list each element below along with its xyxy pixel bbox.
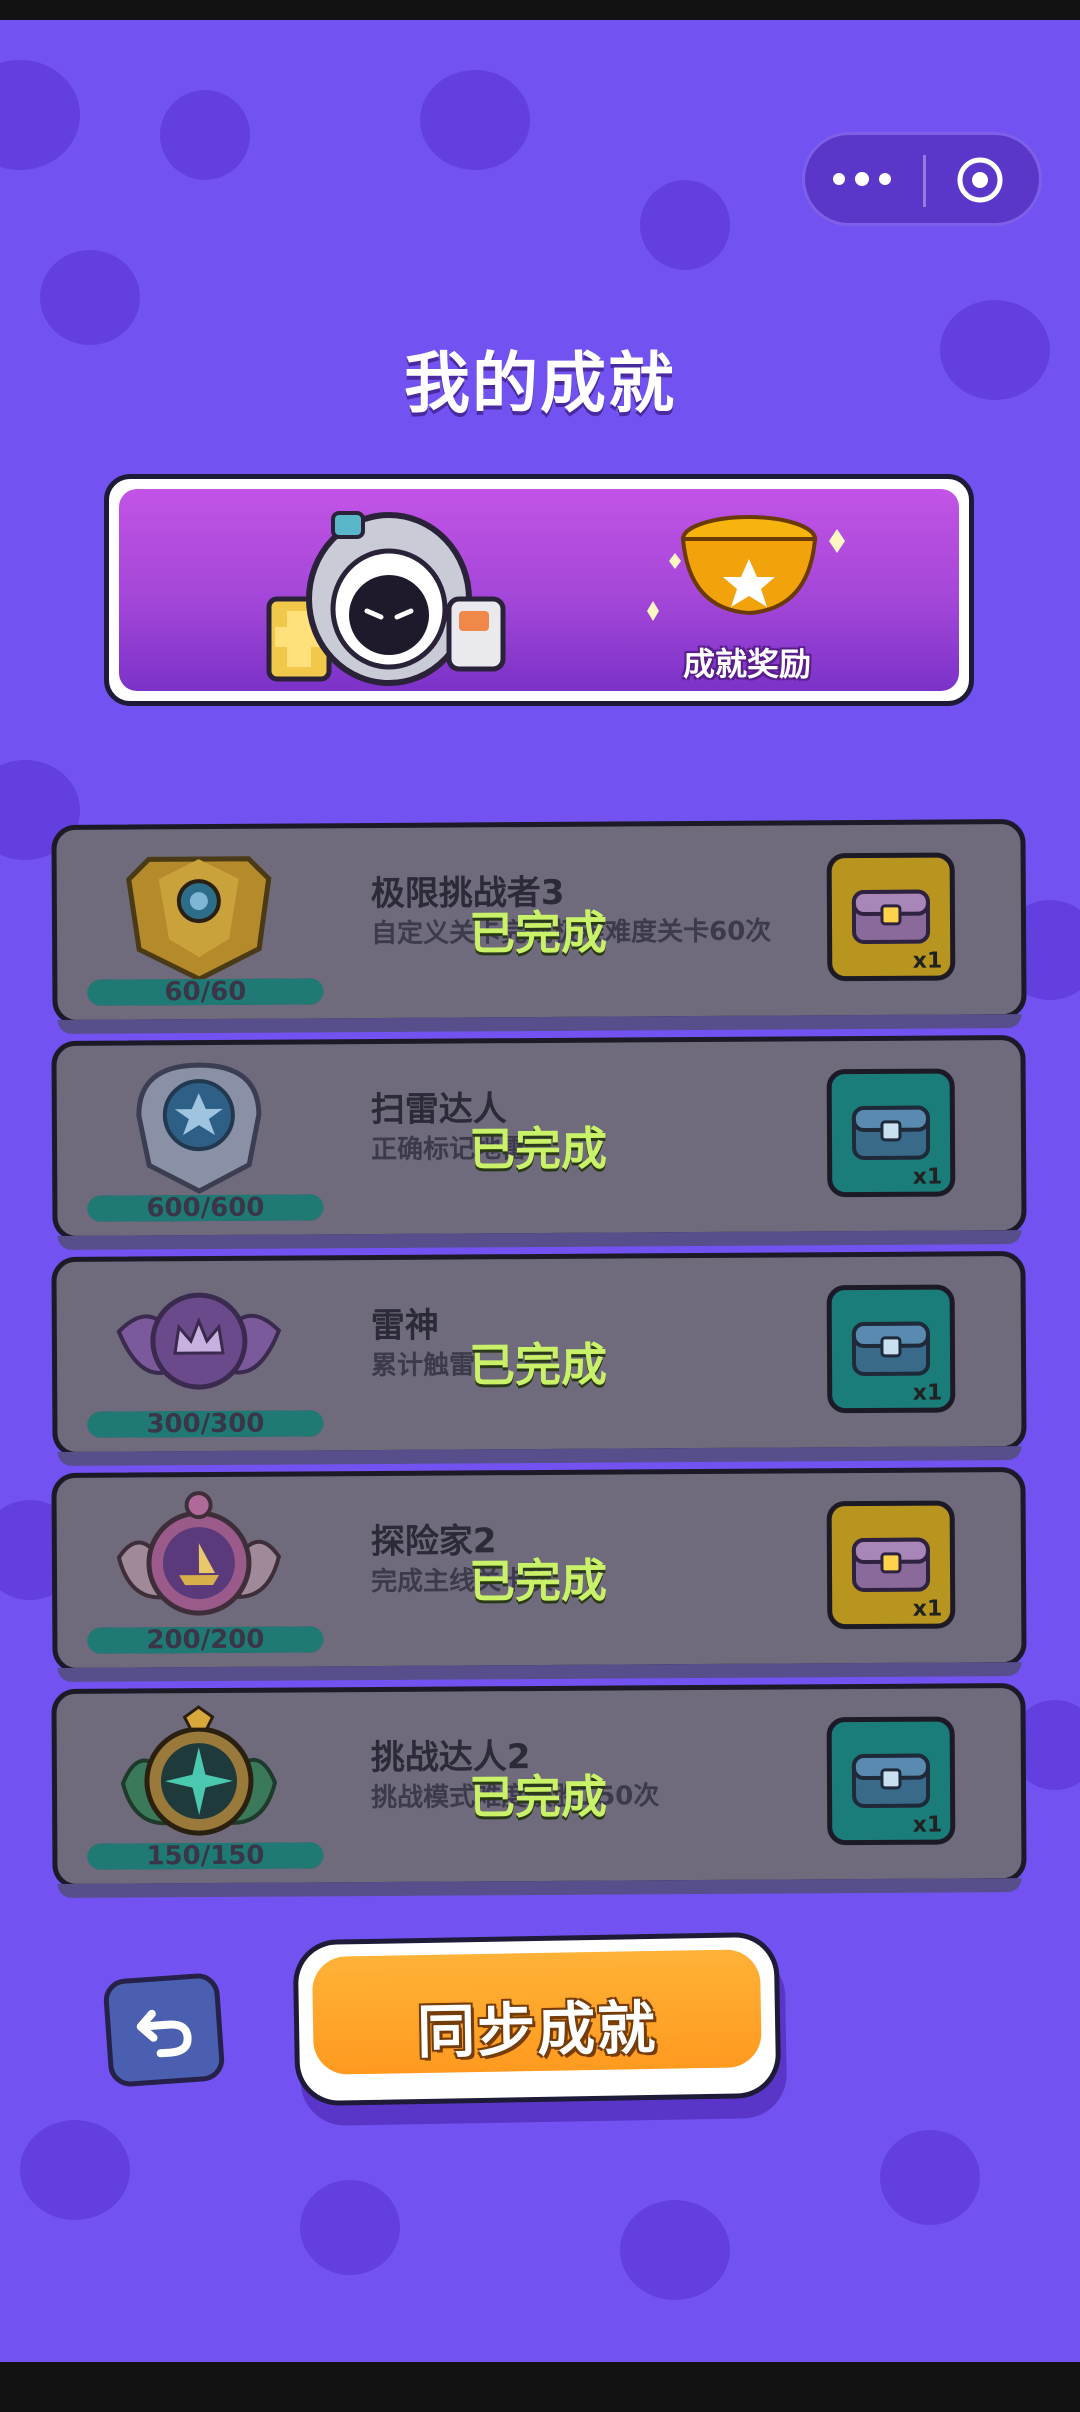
completed-label: 已完成 xyxy=(468,1121,608,1177)
sync-button-label: 同步成就 xyxy=(416,1993,658,2067)
progress-text: 150/150 xyxy=(146,1840,265,1872)
reward-chest-slot[interactable]: x1 xyxy=(826,1068,956,1198)
completed-label: 已完成 xyxy=(468,1553,608,1609)
silver-star-badge-icon xyxy=(136,1062,262,1194)
reward-chest-slot[interactable]: x1 xyxy=(826,1716,956,1846)
reward-count: x1 xyxy=(912,1812,943,1838)
bg-pattern xyxy=(880,2130,980,2225)
bg-pattern xyxy=(620,2200,730,2300)
navigation-bar xyxy=(0,2362,1080,2412)
achievement-card: 200/200 探险家2 完成主线关卡次 已完成 x1 xyxy=(51,1467,1027,1673)
status-bar xyxy=(0,0,1080,20)
reward-chest-slot[interactable]: x1 xyxy=(826,1284,956,1414)
pink-ship-badge-icon xyxy=(116,1491,282,1616)
achievement-card: 60/60 极限挑战者3 自定义关卡完成极难难度关卡60次 已完成 x1 xyxy=(51,819,1027,1025)
sync-achievements-button[interactable]: 同步成就 xyxy=(292,1931,782,2107)
treasure-chest-icon xyxy=(851,1105,931,1161)
achievement-reward-banner[interactable]: 成就奖励 xyxy=(104,474,974,706)
reward-chest-slot[interactable]: x1 xyxy=(826,852,956,982)
bg-pattern xyxy=(420,70,530,170)
back-button[interactable] xyxy=(102,1972,226,2088)
treasure-chest-icon xyxy=(851,889,931,945)
completed-label: 已完成 xyxy=(468,905,608,961)
treasure-chest-icon xyxy=(851,1537,931,1593)
treasure-chest-icon xyxy=(851,1753,931,1809)
banner-label: 成就奖励 xyxy=(682,645,811,683)
reward-count: x1 xyxy=(912,1596,943,1622)
page-title: 我的成就 xyxy=(404,345,676,422)
bg-pattern xyxy=(640,180,730,270)
progress-text: 60/60 xyxy=(164,976,247,1008)
progress-text: 300/300 xyxy=(146,1408,265,1440)
achievement-card: 300/300 雷神 累计触雷 已完成 x1 xyxy=(51,1251,1027,1457)
achievement-title: 雷神 xyxy=(370,1305,439,1347)
achievement-card: 600/600 扫雷达人 正确标记地雷 已完成 x1 xyxy=(51,1035,1027,1241)
robot-mascot-icon xyxy=(266,511,506,686)
bg-pattern xyxy=(0,60,80,170)
treasure-chest-icon xyxy=(851,1321,931,1377)
bg-pattern xyxy=(160,90,250,180)
capsule-divider xyxy=(923,155,926,207)
trophy-icon xyxy=(647,515,845,621)
completed-label: 已完成 xyxy=(468,1769,608,1825)
reward-count: x1 xyxy=(912,1380,943,1406)
reward-count: x1 xyxy=(912,948,943,974)
gold-wing-badge-icon xyxy=(126,856,272,982)
progress-text: 200/200 xyxy=(146,1624,265,1656)
bg-pattern xyxy=(300,2180,400,2275)
bg-pattern xyxy=(20,2120,130,2220)
completed-label: 已完成 xyxy=(468,1337,608,1393)
green-compass-badge-icon xyxy=(120,1705,278,1836)
progress-text: 600/600 xyxy=(146,1192,265,1224)
reward-chest-slot[interactable]: x1 xyxy=(826,1500,956,1630)
purple-crown-badge-icon xyxy=(116,1292,282,1390)
reward-count: x1 xyxy=(912,1164,943,1190)
undo-arrow-icon xyxy=(136,2009,192,2058)
close-target-icon[interactable] xyxy=(955,155,1005,205)
more-icon[interactable] xyxy=(833,167,895,191)
miniprogram-capsule xyxy=(802,132,1042,226)
achievement-card: 150/150 挑战达人2 挑战模式难度获胜150次 已完成 x1 xyxy=(51,1683,1027,1889)
